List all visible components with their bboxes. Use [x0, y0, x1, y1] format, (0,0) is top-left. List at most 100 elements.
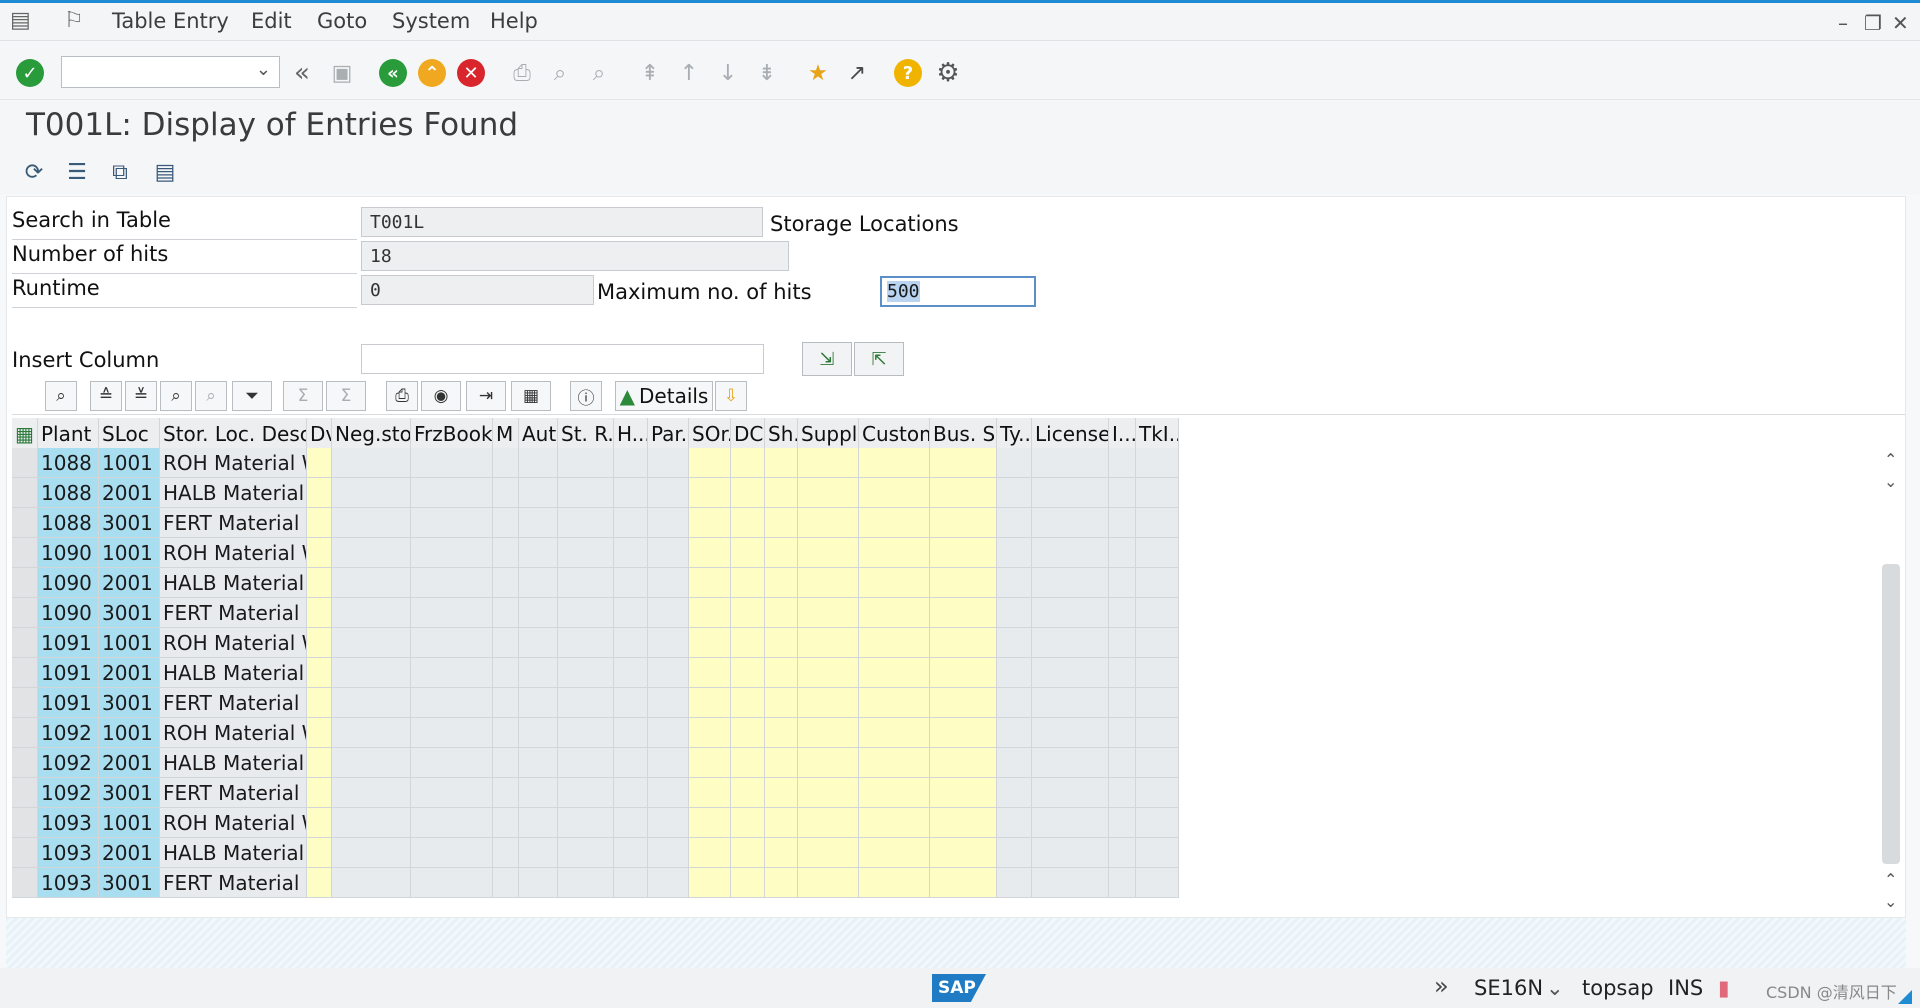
command-field[interactable]: ⌄: [61, 56, 280, 88]
table-cell[interactable]: [558, 778, 614, 808]
table-cell[interactable]: [519, 568, 558, 598]
table-cell[interactable]: [765, 628, 798, 658]
table-cell[interactable]: [689, 478, 731, 508]
selection-criteria-icon[interactable]: ☰: [63, 158, 91, 186]
table-row[interactable]: 10912001HALB Material WH: [12, 658, 1442, 688]
table-cell[interactable]: [689, 688, 731, 718]
table-cell[interactable]: 3001: [99, 598, 160, 628]
table-cell[interactable]: [997, 508, 1032, 538]
table-cell[interactable]: [307, 478, 332, 508]
scroll-page-down-icon[interactable]: ⌄: [1884, 892, 1897, 911]
table-cell[interactable]: [930, 688, 997, 718]
table-cell[interactable]: 1090: [38, 568, 99, 598]
table-cell[interactable]: FERT Material WH: [160, 868, 307, 898]
chevron-down-icon[interactable]: ⌄: [256, 59, 271, 80]
table-cell[interactable]: [1136, 598, 1179, 628]
table-cell[interactable]: [558, 478, 614, 508]
table-row[interactable]: 10921001ROH Material WH: [12, 718, 1442, 748]
table-row[interactable]: 10923001FERT Material WH: [12, 778, 1442, 808]
print-icon[interactable]: ⎙: [508, 59, 536, 87]
table-cell[interactable]: [997, 748, 1032, 778]
table-cell[interactable]: [519, 658, 558, 688]
column-header[interactable]: SLoc: [99, 418, 160, 448]
favorites-icon[interactable]: ⚐: [64, 8, 84, 33]
table-cell[interactable]: [519, 808, 558, 838]
table-row[interactable]: 10922001HALB Material WH: [12, 748, 1442, 778]
table-cell[interactable]: [307, 748, 332, 778]
table-cell[interactable]: [307, 508, 332, 538]
table-cell[interactable]: [558, 748, 614, 778]
table-cell[interactable]: [648, 838, 689, 868]
table-cell[interactable]: [614, 808, 648, 838]
create-session-icon[interactable]: ★: [804, 59, 832, 87]
table-cell[interactable]: [765, 478, 798, 508]
table-cell[interactable]: [859, 628, 930, 658]
table-cell[interactable]: [731, 538, 765, 568]
remove-column-button[interactable]: ⇱: [854, 342, 904, 376]
table-cell[interactable]: [1136, 838, 1179, 868]
find-icon[interactable]: ⌕: [546, 59, 574, 87]
table-cell[interactable]: [930, 508, 997, 538]
menu-help[interactable]: Help: [490, 9, 538, 33]
table-cell[interactable]: [1136, 748, 1179, 778]
row-selector[interactable]: [12, 838, 38, 868]
table-row[interactable]: 10913001FERT Material WH: [12, 688, 1442, 718]
table-cell[interactable]: HALB Material WH: [160, 478, 307, 508]
table-cell[interactable]: [859, 688, 930, 718]
table-cell[interactable]: 1091: [38, 628, 99, 658]
row-selector[interactable]: [12, 808, 38, 838]
table-cell[interactable]: [1136, 718, 1179, 748]
table-cell[interactable]: [493, 538, 519, 568]
status-expand-icon[interactable]: »: [1434, 972, 1449, 1000]
table-cell[interactable]: [997, 568, 1032, 598]
table-cell[interactable]: [1109, 448, 1136, 478]
print-preview-icon[interactable]: ⎙: [386, 381, 418, 411]
row-selector[interactable]: [12, 718, 38, 748]
column-header[interactable]: Aut...: [519, 418, 558, 448]
filter-icon[interactable]: ⏷: [232, 381, 272, 411]
table-cell[interactable]: [307, 598, 332, 628]
row-selector[interactable]: [12, 658, 38, 688]
table-cell[interactable]: 1093: [38, 808, 99, 838]
table-cell[interactable]: [930, 598, 997, 628]
table-cell[interactable]: [558, 538, 614, 568]
resize-grip-icon[interactable]: [1898, 990, 1912, 1004]
table-cell[interactable]: [1109, 538, 1136, 568]
scroll-thumb[interactable]: [1882, 564, 1900, 864]
table-cell[interactable]: [798, 868, 859, 898]
column-header[interactable]: Sh...: [765, 418, 798, 448]
table-cell[interactable]: [493, 628, 519, 658]
table-row[interactable]: 10903001FERT Material WH: [12, 598, 1442, 628]
table-cell[interactable]: 1093: [38, 868, 99, 898]
sort-ascending-icon[interactable]: ≙: [90, 381, 122, 411]
table-cell[interactable]: [648, 478, 689, 508]
table-cell[interactable]: [1032, 658, 1109, 688]
column-header[interactable]: Dv: [307, 418, 332, 448]
table-cell[interactable]: [1109, 658, 1136, 688]
row-selector[interactable]: [12, 508, 38, 538]
table-cell[interactable]: [614, 718, 648, 748]
table-cell[interactable]: [307, 568, 332, 598]
table-cell[interactable]: [689, 628, 731, 658]
column-header[interactable]: Custom...: [859, 418, 930, 448]
table-cell[interactable]: [1032, 868, 1109, 898]
table-cell[interactable]: [307, 778, 332, 808]
table-cell[interactable]: [493, 658, 519, 688]
table-cell[interactable]: [1109, 568, 1136, 598]
table-cell[interactable]: [997, 718, 1032, 748]
table-cell[interactable]: 2001: [99, 568, 160, 598]
cancel-icon[interactable]: ✕: [457, 59, 485, 87]
table-row[interactable]: 10933001FERT Material WH: [12, 868, 1442, 898]
insert-column-input[interactable]: [361, 344, 764, 374]
subtotal-icon[interactable]: Σ: [326, 381, 366, 411]
table-cell[interactable]: [648, 748, 689, 778]
table-cell[interactable]: 1001: [99, 718, 160, 748]
table-cell[interactable]: [997, 598, 1032, 628]
table-cell[interactable]: [1032, 688, 1109, 718]
table-cell[interactable]: [1109, 748, 1136, 778]
table-cell[interactable]: [411, 808, 493, 838]
details-button[interactable]: ▲ Details: [615, 381, 713, 411]
table-cell[interactable]: [997, 808, 1032, 838]
select-all-icon[interactable]: ▦: [12, 418, 38, 448]
table-cell[interactable]: [689, 508, 731, 538]
